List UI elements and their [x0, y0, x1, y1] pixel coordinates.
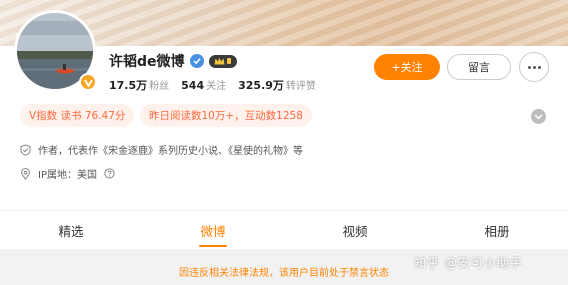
vip-crown-icon[interactable] [208, 54, 237, 68]
ip-location: IP属地：美国 [38, 170, 97, 181]
tab-featured[interactable]: 精选 [0, 211, 142, 249]
tab-weibo[interactable]: 微博 [142, 211, 284, 249]
tab-videos[interactable]: 视频 [284, 211, 426, 249]
interactions-count: 325.9万 [238, 79, 284, 92]
following-label: 关注 [206, 81, 227, 92]
v-index-tag[interactable]: V指数 读书 76.47分 [20, 104, 135, 127]
tab-albums[interactable]: 相册 [426, 211, 568, 249]
name-row: 许韬de微博 [109, 51, 237, 71]
verified-v-badge-icon [79, 73, 97, 91]
profile-card: 许韬de微博 17.5万 粉丝 544 关注 325.9万 转评赞 +关注 留言… [0, 0, 568, 249]
followers-label: 粉丝 [149, 81, 170, 92]
shield-icon [20, 143, 31, 156]
verified-check-icon [189, 54, 204, 68]
location-pin-icon [20, 167, 31, 180]
following-count[interactable]: 544 [181, 79, 204, 92]
zhihu-watermark: 知乎 @安可小助手 [414, 255, 523, 270]
reads-tag[interactable]: 昨日阅读数10万+，互动数1258 [140, 104, 312, 127]
more-dot-icon [537, 65, 541, 69]
interactions-label: 转评赞 [285, 81, 316, 92]
author-info-row: 作者，代表作《宋金逐鹿》系列历史小说、《星使的礼物》等 [20, 142, 303, 157]
ip-location-row: IP属地：美国 [20, 166, 115, 181]
expand-chevron-down-icon[interactable] [531, 109, 546, 124]
profile-name: 许韬de微博 [109, 54, 185, 70]
more-dot-icon [532, 65, 536, 69]
profile-tabs: 精选 微博 视频 相册 [0, 210, 568, 249]
more-dot-icon [527, 65, 531, 69]
stats-row: 17.5万 粉丝 544 关注 325.9万 转评赞 [109, 77, 328, 93]
followers-count[interactable]: 17.5万 [109, 77, 147, 93]
message-button[interactable]: 留言 [447, 54, 511, 80]
help-icon[interactable] [104, 168, 115, 179]
more-options-button[interactable] [519, 52, 549, 82]
follow-button[interactable]: +关注 [374, 54, 440, 80]
author-description: 作者，代表作《宋金逐鹿》系列历史小说、《星使的礼物》等 [38, 146, 303, 157]
